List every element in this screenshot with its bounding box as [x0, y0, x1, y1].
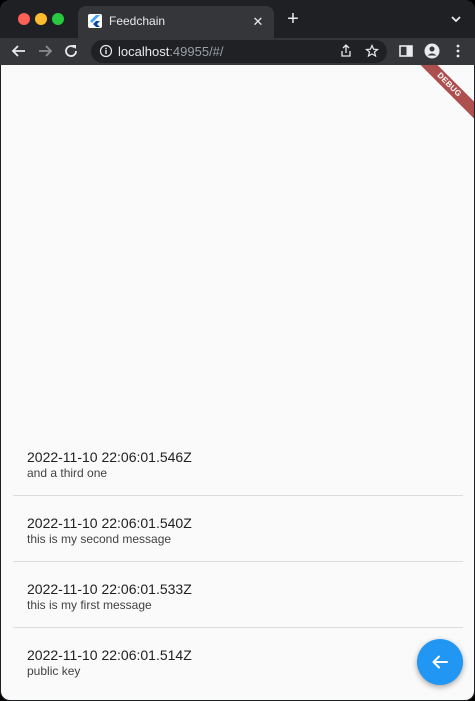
new-tab-button[interactable]: + [284, 9, 302, 29]
feed-item-timestamp: 2022-11-10 22:06:01.514Z [27, 647, 192, 663]
maximize-window-button[interactable] [52, 13, 64, 25]
forward-arrow-icon[interactable] [36, 42, 54, 60]
share-icon[interactable] [339, 44, 353, 58]
star-icon[interactable] [365, 44, 379, 58]
address-bar[interactable]: localhost:49955/#/ [91, 40, 387, 63]
close-window-button[interactable] [18, 13, 30, 25]
feed-item-message: this is my first message [27, 598, 152, 612]
minimize-window-button[interactable] [35, 13, 47, 25]
feed-item-message: public key [27, 664, 81, 678]
feed-item[interactable]: 2022-11-10 22:06:01.540Z this is my seco… [13, 495, 463, 561]
url-path: :49955/#/ [169, 44, 224, 59]
tab-search-chevron-icon[interactable] [449, 12, 463, 26]
tab-strip: Feedchain ✕ + [0, 0, 475, 38]
url-host: localhost [118, 44, 170, 59]
feed-item-timestamp: 2022-11-10 22:06:01.540Z [27, 515, 192, 531]
back-fab-button[interactable] [417, 639, 463, 685]
url-text[interactable]: localhost:49955/#/ [118, 44, 224, 59]
feed-item[interactable]: 2022-11-10 22:06:01.533Z this is my firs… [13, 561, 463, 627]
tab-title: Feedchain [109, 14, 166, 28]
profile-icon[interactable] [423, 42, 441, 60]
feed-item[interactable]: 2022-11-10 22:06:01.546Z and a third one [13, 429, 463, 495]
flutter-icon [88, 14, 102, 28]
debug-banner: DEBUG [405, 65, 474, 129]
back-arrow-icon[interactable] [10, 42, 28, 60]
side-panel-icon[interactable] [397, 42, 415, 60]
tab-feedchain[interactable]: Feedchain ✕ [78, 6, 274, 38]
close-tab-icon[interactable]: ✕ [250, 14, 266, 30]
feed-item[interactable]: 2022-11-10 22:06:01.514Z public key [13, 627, 463, 693]
feed-item-message: this is my second message [27, 532, 172, 546]
feed-item-timestamp: 2022-11-10 22:06:01.546Z [27, 449, 192, 465]
kebab-menu-icon[interactable] [449, 42, 467, 60]
arrow-back-icon [432, 655, 448, 669]
browser-window: Feedchain ✕ + localhost:49955/#/ DEBUG 2… [0, 0, 475, 701]
info-icon[interactable] [99, 44, 113, 58]
app-page: DEBUG 2022-11-10 22:06:01.546Z and a thi… [1, 65, 474, 700]
feed-item-message: and a third one [27, 466, 108, 480]
feed-item-timestamp: 2022-11-10 22:06:01.533Z [27, 581, 192, 597]
browser-toolbar: localhost:49955/#/ [0, 38, 475, 65]
reload-icon[interactable] [62, 42, 80, 60]
